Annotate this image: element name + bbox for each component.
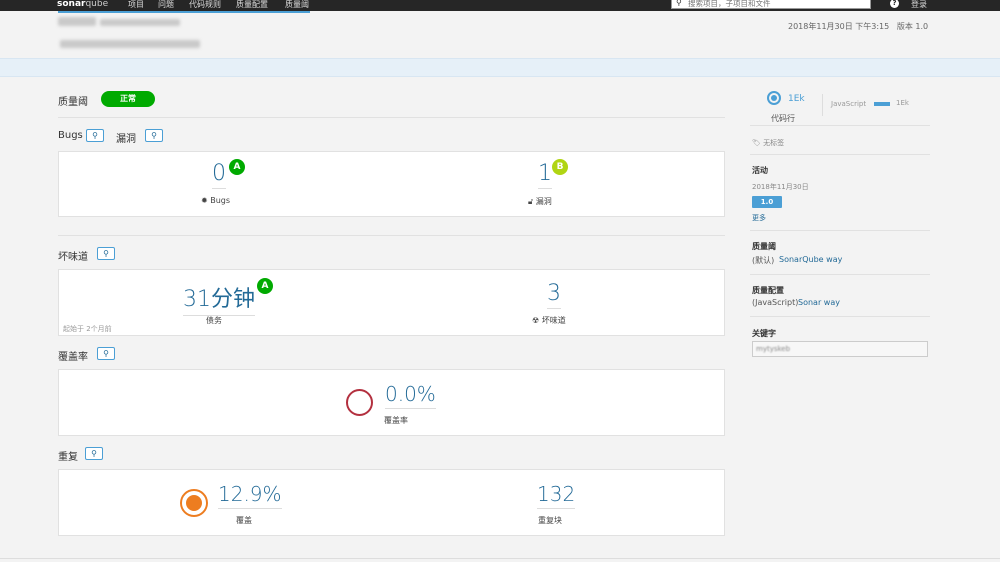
search-icon: ⚲ <box>92 131 98 140</box>
login-link[interactable]: 登录 <box>911 0 927 10</box>
bugs-section-label: Bugs <box>58 130 83 141</box>
vulnerabilities-rating-badge[interactable]: B <box>552 159 568 175</box>
language-loc-value: 1Ek <box>896 99 909 107</box>
project-version: 版本 1.0 <box>896 22 929 31</box>
coverage-value[interactable]: 0.0% <box>385 382 436 409</box>
sidebar-separator <box>750 230 930 231</box>
bug-icon: ✹ <box>201 196 208 205</box>
search-icon: ⚲ <box>103 249 109 258</box>
sidebar-quality-profile-language: (JavaScript) <box>752 298 799 307</box>
keywords-title: 关键字 <box>752 329 776 338</box>
vertical-separator <box>822 94 823 116</box>
bugs-rating-badge[interactable]: A <box>229 159 245 175</box>
bugs-caption: ✹ Bugs <box>201 196 231 205</box>
bugs-filter-button[interactable]: ⚲ <box>86 129 104 142</box>
duplications-card: 12.9% 覆盖 132 重复块 <box>58 469 725 536</box>
lines-of-code-value[interactable]: 1Ek <box>788 94 805 104</box>
code-smells-filter-button[interactable]: ⚲ <box>97 247 115 260</box>
activity-version-badge: 1.0 <box>752 196 782 208</box>
analysis-meta: 2018年11月30日 下午3:15 版本 1.0 <box>788 21 928 32</box>
code-smells-section-label: 坏味道 <box>58 252 88 263</box>
search-input[interactable] <box>688 0 868 8</box>
search-icon: ⚲ <box>151 131 157 140</box>
maintainability-card: 31分钟 A 债务 起始于 2个月前 3 ☢ 坏味道 <box>58 269 725 336</box>
nav-item-issues[interactable]: 问题 <box>158 0 174 10</box>
duplications-section-label: 重复 <box>58 452 78 463</box>
nav-item-quality-profiles[interactable]: 质量配置 <box>236 0 268 10</box>
activity-date: 2018年11月30日 <box>752 183 809 191</box>
language-name: JavaScript <box>831 100 867 108</box>
search-icon: ⚲ <box>103 349 109 358</box>
reliability-card: 0 A ✹ Bugs 1 B 🔓︎ 漏洞 <box>58 151 725 217</box>
nav-item-quality-gates[interactable]: 质量阈 <box>285 0 309 10</box>
sidebar-separator <box>750 274 930 275</box>
nav-underline <box>58 11 310 13</box>
quality-gate-status-badge: 正常 <box>101 91 155 107</box>
global-search[interactable]: ⚲ <box>671 0 871 9</box>
section-divider <box>58 235 725 236</box>
coverage-card: 0.0% 覆盖率 <box>58 369 725 436</box>
code-smells-caption: ☢ 坏味道 <box>532 316 566 325</box>
nav-item-rules[interactable]: 代码规则 <box>189 0 221 10</box>
coverage-donut-icon <box>346 389 373 416</box>
lines-of-code-icon <box>767 91 781 105</box>
duplications-donut-icon <box>180 489 208 517</box>
sidebar-quality-gate-title: 质量阈 <box>752 242 776 251</box>
sidebar-quality-profile-title: 质量配置 <box>752 286 784 295</box>
search-icon: ⚲ <box>676 0 682 7</box>
sidebar-quality-gate-default: (默认) <box>752 256 775 265</box>
technical-debt-value[interactable]: 31分钟 <box>183 281 255 316</box>
project-nav-band <box>0 58 1000 77</box>
lock-icon: 🔓︎ <box>528 197 534 206</box>
sidebar-separator <box>750 125 930 126</box>
sidebar-separator <box>750 316 930 317</box>
maintainability-rating-badge[interactable]: A <box>257 278 273 294</box>
coverage-section-label: 覆盖率 <box>58 352 88 363</box>
project-breadcrumb-blurred <box>60 40 200 48</box>
language-distribution-bar <box>874 102 890 106</box>
project-key-blurred <box>58 17 96 26</box>
technical-debt-caption: 债务 <box>206 316 222 325</box>
code-smells-count[interactable]: 3 <box>547 281 561 309</box>
since-period: 起始于 2个月前 <box>63 325 112 333</box>
sidebar-quality-gate-link[interactable]: SonarQube way <box>779 255 842 264</box>
duplication-density-caption: 覆盖 <box>236 516 252 525</box>
bugs-count[interactable]: 0 <box>212 161 226 189</box>
radiation-icon: ☢ <box>532 316 540 325</box>
vulnerabilities-section-label: 漏洞 <box>116 134 136 145</box>
coverage-filter-button[interactable]: ⚲ <box>97 347 115 360</box>
nav-item-projects[interactable]: 项目 <box>128 0 144 10</box>
project-name-blurred <box>100 19 180 26</box>
duplications-filter-button[interactable]: ⚲ <box>85 447 103 460</box>
vulnerabilities-count[interactable]: 1 <box>538 161 552 189</box>
sonarqube-logo[interactable]: sonarqube <box>57 0 108 9</box>
coverage-caption: 覆盖率 <box>384 416 408 425</box>
help-icon[interactable]: ? <box>890 0 899 8</box>
duplicated-blocks-value[interactable]: 132 <box>537 482 576 509</box>
duplication-density-value[interactable]: 12.9% <box>218 482 282 509</box>
search-icon: ⚲ <box>91 449 97 458</box>
duplicated-blocks-caption: 重复块 <box>538 516 562 525</box>
activity-more-link[interactable]: 更多 <box>752 213 766 223</box>
tag-icon: 🏷︎ <box>752 139 761 147</box>
sidebar-quality-profile-link[interactable]: Sonar way <box>798 298 840 307</box>
quality-gate-label: 质量阈 <box>58 97 88 108</box>
keyword-value: mytyskeb <box>756 345 791 353</box>
keywords-field[interactable]: mytyskeb <box>752 341 928 357</box>
vulnerabilities-filter-button[interactable]: ⚲ <box>145 129 163 142</box>
footer-divider <box>0 558 1000 559</box>
vulnerabilities-caption: 🔓︎ 漏洞 <box>528 197 552 206</box>
activity-title: 活动 <box>752 166 768 175</box>
tags-row[interactable]: 🏷︎ 无标签 <box>752 138 784 148</box>
top-navbar: sonarqube 项目 问题 代码规则 质量配置 质量阈 ⚲ ? 登录 <box>0 0 1000 11</box>
sidebar-separator <box>750 154 930 155</box>
analysis-date: 2018年11月30日 下午3:15 <box>788 22 890 31</box>
lines-of-code-caption: 代码行 <box>771 114 795 123</box>
section-divider <box>58 117 725 118</box>
